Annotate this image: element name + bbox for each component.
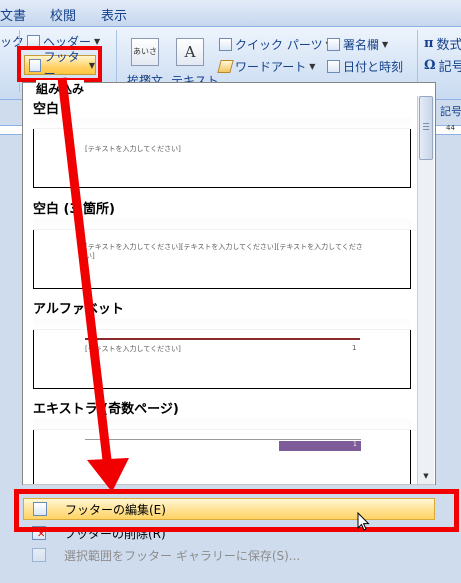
tab-review[interactable]: 校閲 [50,5,76,24]
chevron-down-icon: ▼ [382,40,389,49]
placeholder-text: [テキストを入力してください][テキストを入力してください][テキストを入力して… [85,243,363,251]
placeholder-text: [テキストを入力してください] [85,345,181,353]
save-selection-to-gallery-menu-item[interactable]: 選択範囲をフッター ギャラリーに保存(S)... [23,544,435,566]
mouse-cursor-icon [357,512,370,531]
grip-line [423,123,429,124]
equation-button[interactable]: π 数式 [424,34,461,53]
footer-button-highlight-box [17,46,102,82]
symbol-group-label: 記号 [440,105,461,118]
footer-template-alphabet[interactable]: [テキストを入力してください] 1 [33,319,411,389]
date-time-label: 日付と時刻 [343,60,404,74]
equation-label: 数式 [436,38,461,53]
omega-icon: Ω [424,58,436,73]
tab-mailings-partial[interactable]: 文書 [0,5,26,24]
gallery-section-title: 空白 [33,98,60,117]
save-selection-label: 選択範囲をフッター ギャラリーに保存(S)... [64,548,301,563]
extra-page-bar: 1 [279,441,361,451]
signature-line-label: 署名欄 [343,38,380,52]
wordart-label: ワードアート [235,60,307,74]
edit-footer-highlight-box [14,489,459,532]
page-number-text: 1 [353,441,357,448]
quick-parts-icon [219,38,232,51]
placeholder-text: [テキストを入力してください] [85,145,181,153]
tab-view[interactable]: 表示 [101,5,127,24]
ruler-left [0,125,22,135]
calendar-icon [327,60,340,73]
grip-line [423,126,429,127]
chevron-down-icon: ▼ [309,62,316,71]
date-time-button[interactable]: 日付と時刻 [327,58,403,75]
gallery-scrollbar-thumb[interactable] [419,96,433,160]
menu-separator [23,484,435,485]
footer-template-blank[interactable]: [テキストを入力してください] [33,118,411,188]
gallery-section-title: エキストラ (奇数ページ) [33,398,179,417]
alphabet-rule-line [85,338,360,340]
ribbon-tab-bar: 文書 校閲 表示 [0,0,461,27]
save-to-gallery-icon [32,548,46,562]
symbol-button[interactable]: Ω 記号 [424,56,461,75]
footer-template-blank-three-columns[interactable]: [テキストを入力してください][テキストを入力してください][テキストを入力して… [33,219,411,289]
signature-line-button[interactable]: 署名欄 ▼ [327,36,388,53]
gallery-section-title: 空白 (3 箇所) [33,198,115,217]
greeting-icon[interactable]: あいさつ [131,38,159,82]
ruler-number: 44 [446,124,455,132]
textbox-icon[interactable]: A [176,38,204,66]
extra-rule-line [85,439,361,440]
signature-line-icon [327,38,340,51]
wordart-icon [217,60,234,73]
gallery-section-title: アルファベット [33,298,124,317]
quick-parts-label: クイック パーツ [235,38,323,52]
wordart-button[interactable]: ワードアート ▼ [217,58,316,75]
footer-template-extra-odd[interactable]: 1 [33,419,411,485]
grip-line [423,129,429,130]
quick-parts-button[interactable]: クイック パーツ ▼ [219,36,332,53]
placeholder-text: い] [85,252,95,260]
page-number-text: 1 [352,344,357,352]
pi-icon: π [424,36,434,51]
gallery-category-header: 組み込み [36,80,85,97]
symbol-label: 記号 [438,60,461,75]
scroll-down-icon[interactable]: ▼ [419,470,433,482]
chevron-down-icon: ▼ [94,37,101,46]
